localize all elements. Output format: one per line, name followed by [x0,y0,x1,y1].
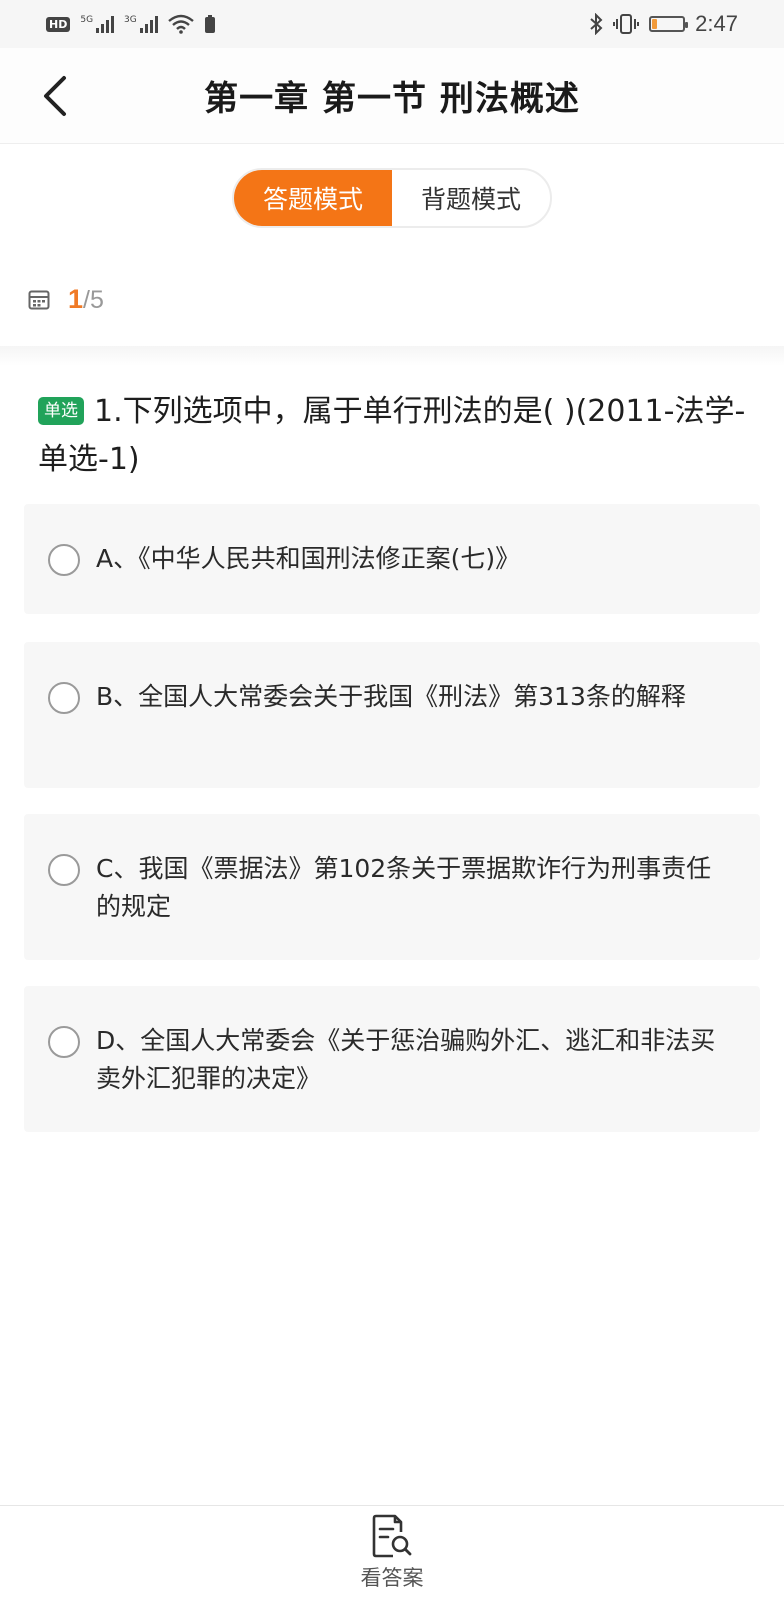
recite-mode-tab[interactable]: 背题模式 [392,170,550,226]
option-b[interactable]: B、全国人大常委会关于我国《刑法》第313条的解释 [24,642,760,788]
radio-circle-icon[interactable] [48,1026,80,1058]
question-text: 1.下列选项中，属于单行刑法的是( )(2011-法学-单选-1) [38,394,746,477]
bluetooth-icon [590,13,603,35]
calendar-grid-icon [28,290,50,309]
nav-header: 第一章 第一节 刑法概述 [0,48,784,144]
option-label: A、《中华人民共和国刑法修正案(七)》 [96,544,521,573]
question-stem: 单选 1.下列选项中，属于单行刑法的是( )(2011-法学-单选-1) [38,388,758,484]
radio-circle-icon[interactable] [48,544,80,576]
mode-toggle: 答题模式 背题模式 [232,168,552,228]
option-label: C、我国《票据法》第102条关于票据欺诈行为刑事责任的规定 [96,854,712,921]
signal-5g-icon: 5G [80,15,115,33]
app-screen: HD 5G 3G 2:47 第一章 第一节 刑法概述 答题模式 背题模式 1/5… [0,0,784,1600]
total-questions: /5 [83,286,104,314]
view-answer-label: 看答案 [360,1566,424,1590]
status-right-icons: 2:47 [589,11,738,37]
view-answer-button[interactable]: 看答案 [361,1514,424,1592]
signal-3g-icon: 3G [124,15,158,33]
option-label: B、全国人大常委会关于我国《刑法》第313条的解释 [96,682,686,711]
battery-alert-icon [204,15,215,33]
clock: 2:47 [695,11,738,36]
option-d[interactable]: D、全国人大常委会《关于惩治骗购外汇、逃汇和非法买卖外汇犯罪的决定》 [24,986,760,1132]
wifi-icon [167,14,194,34]
question-counter[interactable]: 1/5 [28,284,104,315]
hd-indicator: HD [46,16,71,32]
counter-text: 1/5 [68,284,104,315]
battery-icon [649,16,689,32]
vibrate-icon [613,14,640,34]
status-left-icons: HD 5G 3G [46,14,216,34]
option-c[interactable]: C、我国《票据法》第102条关于票据欺诈行为刑事责任的规定 [24,814,760,960]
current-question-number: 1 [68,284,84,314]
bottom-bar: 看答案 [0,1505,784,1600]
document-search-icon [372,1514,412,1558]
page-title: 第一章 第一节 刑法概述 [204,79,580,119]
option-label: D、全国人大常委会《关于惩治骗购外汇、逃汇和非法买卖外汇犯罪的决定》 [96,1026,716,1093]
signal-5g-label: 5G [80,15,94,25]
status-bar: HD 5G 3G 2:47 [0,0,784,48]
answer-mode-tab[interactable]: 答题模式 [234,170,392,226]
section-divider [0,346,784,366]
radio-circle-icon[interactable] [48,854,80,886]
back-arrow-icon[interactable] [30,70,80,122]
radio-circle-icon[interactable] [48,682,80,714]
question-type-badge: 单选 [38,397,84,425]
signal-3g-label: 3G [124,15,137,25]
option-a[interactable]: A、《中华人民共和国刑法修正案(七)》 [24,504,760,614]
battery-fill [652,19,657,29]
